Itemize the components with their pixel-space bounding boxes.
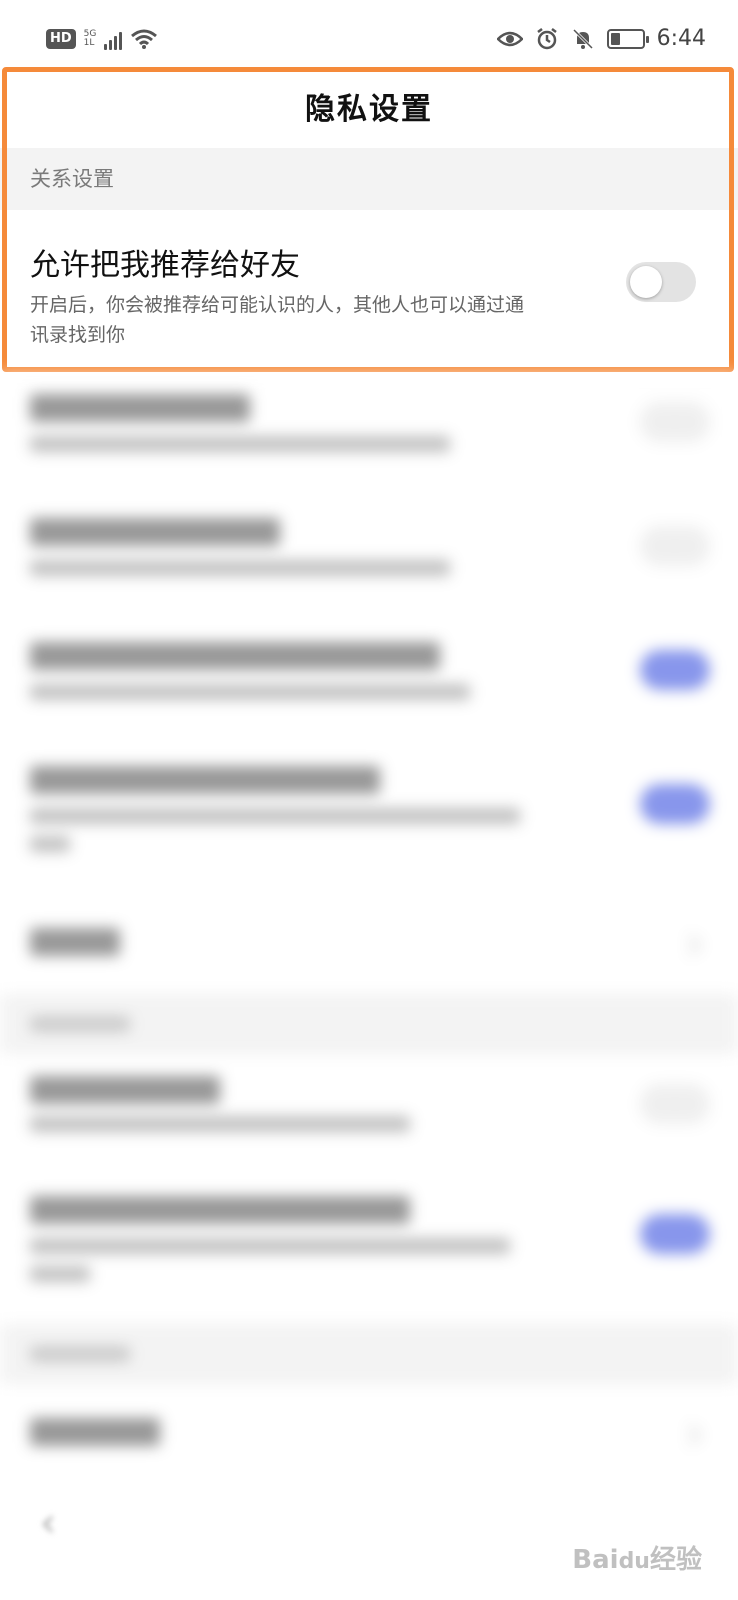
blurred-row: [0, 744, 738, 894]
blurred-row: [0, 1174, 738, 1324]
section-header-relations: 关系设置: [0, 148, 738, 210]
blurred-settings-list: [0, 372, 738, 1600]
blurred-section-header: [0, 994, 738, 1054]
status-left: HD 5G 1L: [46, 28, 158, 50]
network-indicator: 5G 1L: [84, 30, 97, 48]
signal-icon: [104, 28, 123, 50]
page-title: 隐私设置: [305, 92, 433, 127]
toggle-knob: [630, 266, 662, 298]
network-sub-label: 1L: [83, 38, 95, 48]
status-right: 6:44: [496, 26, 706, 51]
bell-off-icon: [572, 28, 593, 49]
wifi-icon: [131, 29, 158, 49]
battery-icon: [606, 28, 649, 49]
blurred-row: [0, 496, 738, 620]
blurred-row: [0, 1384, 738, 1484]
blurred-row: [0, 894, 738, 994]
setting-description: 开启后，你会被推荐给可能认识的人，其他人也可以通过通讯录找到你: [30, 294, 525, 346]
blurred-row: [0, 1054, 738, 1174]
recommend-to-friends-toggle[interactable]: [626, 262, 696, 302]
setting-title: 允许把我推荐给好友: [30, 248, 300, 283]
blurred-section-header: [0, 1324, 738, 1384]
watermark-logo: Baidu经验: [572, 1545, 702, 1575]
setting-row-recommend-to-friends[interactable]: 允许把我推荐给好友 开启后，你会被推荐给可能认识的人，其他人也可以通过通讯录找到…: [0, 210, 738, 368]
clock: 6:44: [656, 26, 706, 51]
back-icon[interactable]: ‹: [40, 1500, 56, 1546]
eye-icon: [496, 31, 523, 46]
alarm-icon: [536, 27, 557, 49]
page-header: 隐私设置: [0, 72, 738, 148]
blurred-row: [0, 620, 738, 744]
hd-badge: HD: [46, 29, 76, 49]
status-bar: HD 5G 1L 6:44: [0, 0, 738, 80]
blurred-row: [0, 372, 738, 496]
